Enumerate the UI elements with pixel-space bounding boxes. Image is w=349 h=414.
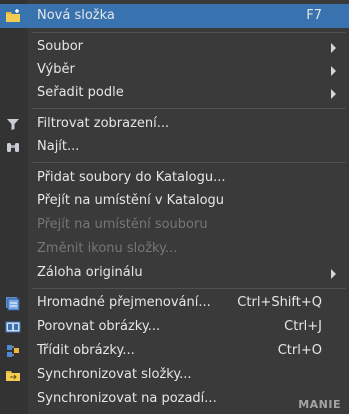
menu-item-label: Záloha originálu — [37, 265, 143, 280]
compare-icon — [5, 319, 21, 335]
menu-item-new-folder[interactable]: Nová složka F7 — [0, 4, 349, 28]
menu-item-label: Hromadné přejmenování... — [37, 295, 211, 310]
menu-item-find[interactable]: Najít... — [0, 135, 349, 159]
menu-item-selection[interactable]: Výběr — [0, 58, 349, 82]
menu-item-label: Filtrovat zobrazení... — [37, 116, 170, 131]
shortcut-label: Ctrl+O — [277, 343, 322, 358]
menu-item-goto-file-location: Přejít na umístění souboru — [0, 213, 349, 237]
menu-item-change-folder-icon: Změnit ikonu složky... — [0, 237, 349, 261]
new-folder-icon — [5, 8, 21, 24]
context-menu: Nová složka F7 Soubor Výběr Seřadit podl… — [0, 0, 349, 414]
menu-item-file[interactable]: Soubor — [0, 35, 349, 59]
menu-item-add-to-catalog[interactable]: Přidat soubory do Katalogu... — [0, 166, 349, 190]
menu-item-batch-rename[interactable]: Hromadné přejmenování... Ctrl+Shift+Q — [0, 291, 349, 315]
menu-item-backup-original[interactable]: Záloha originálu — [0, 261, 349, 285]
submenu-arrow-icon — [331, 269, 336, 279]
separator — [32, 32, 346, 33]
menu-item-label: Synchronizovat na pozadí... — [37, 391, 217, 406]
sort-images-icon — [5, 343, 21, 359]
sync-folders-icon — [5, 367, 21, 383]
separator — [32, 288, 346, 289]
submenu-arrow-icon — [331, 43, 336, 53]
menu-item-label: Změnit ikonu složky... — [37, 241, 178, 256]
menu-item-sync-folders[interactable]: Synchronizovat složky... — [0, 363, 349, 387]
menu-item-label: Porovnat obrázky... — [37, 319, 161, 334]
menu-item-sort-by[interactable]: Seřadit podle — [0, 81, 349, 105]
menu-item-goto-catalog-location[interactable]: Přejít na umístění v Katalogu — [0, 189, 349, 213]
menu-item-label: Najít... — [37, 139, 80, 154]
submenu-arrow-icon — [331, 89, 336, 99]
menu-item-label: Třídit obrázky... — [37, 343, 135, 358]
filter-icon — [5, 116, 21, 132]
menu-item-compare-images[interactable]: Porovnat obrázky... Ctrl+J — [0, 315, 349, 339]
shortcut-label: Ctrl+J — [284, 319, 322, 334]
menu-item-label: Přejít na umístění souboru — [37, 217, 208, 232]
menu-item-label: Přejít na umístění v Katalogu — [37, 193, 225, 208]
shortcut-label: F7 — [306, 8, 322, 23]
binoculars-icon — [5, 139, 21, 155]
menu-item-background-sync[interactable]: Synchronizovat na pozadí... — [0, 387, 349, 411]
menu-item-label: Seřadit podle — [37, 85, 124, 100]
menu-item-label: Synchronizovat složky... — [37, 367, 192, 382]
separator — [32, 108, 346, 109]
menu-item-sort-images[interactable]: Třídit obrázky... Ctrl+O — [0, 339, 349, 363]
separator — [32, 162, 346, 163]
batch-rename-icon — [5, 295, 21, 311]
menu-item-label: Nová složka — [37, 8, 115, 23]
watermark: MANIE — [298, 398, 341, 411]
menu-item-filter-view[interactable]: Filtrovat zobrazení... — [0, 112, 349, 136]
shortcut-label: Ctrl+Shift+Q — [237, 295, 322, 310]
submenu-arrow-icon — [331, 66, 336, 76]
menu-item-label: Soubor — [37, 39, 83, 54]
menu-item-label: Přidat soubory do Katalogu... — [37, 170, 226, 185]
menu-item-label: Výběr — [37, 62, 75, 77]
